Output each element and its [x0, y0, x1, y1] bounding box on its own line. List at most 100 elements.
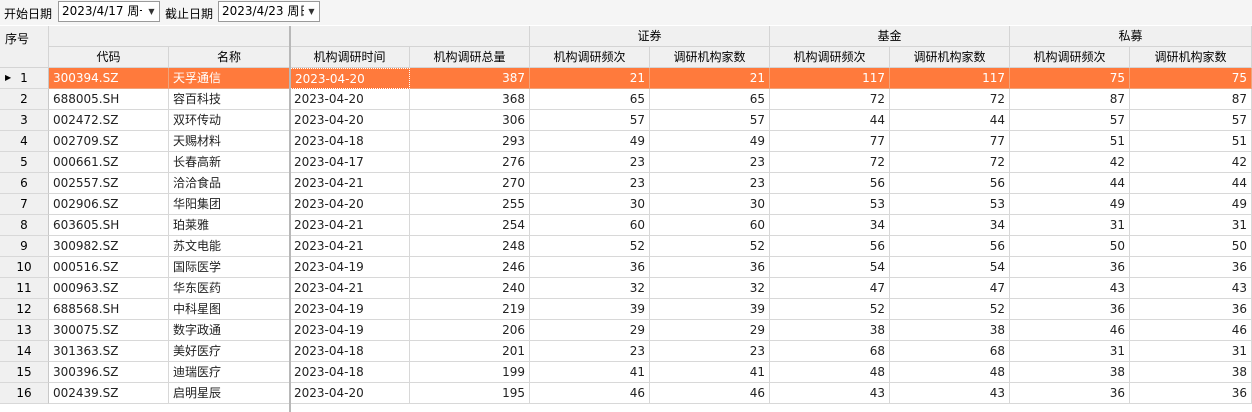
cell-securities-frequency[interactable]: 49: [530, 131, 650, 152]
table-row[interactable]: ▶ 1 300394.SZ 天孚通信 2023-04-20 387 21 21 117 117 75…: [0, 68, 1252, 89]
row-header[interactable]: 2: [0, 89, 49, 110]
row-header[interactable]: 12: [0, 299, 49, 320]
cell-research-total[interactable]: 293: [410, 131, 530, 152]
cell-fund-frequency[interactable]: 56: [770, 173, 890, 194]
cell-research-time[interactable]: 2023-04-21: [290, 236, 410, 257]
cell-private-institutions[interactable]: 31: [1130, 341, 1252, 362]
column-header-fund-frequency[interactable]: 机构调研频次: [770, 47, 890, 68]
cell-name[interactable]: 天孚通信: [169, 68, 290, 89]
cell-private-frequency[interactable]: 57: [1010, 110, 1130, 131]
cell-fund-institutions[interactable]: 48: [890, 362, 1010, 383]
cell-name[interactable]: 华阳集团: [169, 194, 290, 215]
cell-securities-institutions[interactable]: 41: [650, 362, 770, 383]
cell-private-institutions[interactable]: 44: [1130, 173, 1252, 194]
row-header[interactable]: 10: [0, 257, 49, 278]
cell-private-institutions[interactable]: 57: [1130, 110, 1252, 131]
cell-securities-institutions[interactable]: 29: [650, 320, 770, 341]
column-header-private-institutions[interactable]: 调研机构家数: [1130, 47, 1252, 68]
cell-code[interactable]: 300394.SZ: [49, 68, 169, 89]
row-header[interactable]: 6: [0, 173, 49, 194]
cell-research-time[interactable]: 2023-04-17: [290, 152, 410, 173]
cell-fund-institutions[interactable]: 56: [890, 173, 1010, 194]
column-header-securities-frequency[interactable]: 机构调研频次: [530, 47, 650, 68]
cell-private-institutions[interactable]: 46: [1130, 320, 1252, 341]
cell-fund-frequency[interactable]: 77: [770, 131, 890, 152]
row-header[interactable]: 13: [0, 320, 49, 341]
start-date-picker[interactable]: 2023/4/17 周一 ▼: [58, 1, 160, 22]
cell-research-time[interactable]: 2023-04-21: [290, 278, 410, 299]
cell-fund-institutions[interactable]: 54: [890, 257, 1010, 278]
column-header-name[interactable]: 名称: [169, 47, 290, 68]
cell-fund-frequency[interactable]: 68: [770, 341, 890, 362]
cell-fund-frequency[interactable]: 54: [770, 257, 890, 278]
cell-research-total[interactable]: 248: [410, 236, 530, 257]
cell-fund-frequency[interactable]: 43: [770, 383, 890, 404]
cell-fund-institutions[interactable]: 117: [890, 68, 1010, 89]
cell-securities-frequency[interactable]: 29: [530, 320, 650, 341]
cell-name[interactable]: 长春高新: [169, 152, 290, 173]
cell-private-frequency[interactable]: 42: [1010, 152, 1130, 173]
cell-code[interactable]: 300982.SZ: [49, 236, 169, 257]
cell-securities-frequency[interactable]: 65: [530, 89, 650, 110]
cell-fund-frequency[interactable]: 56: [770, 236, 890, 257]
cell-fund-frequency[interactable]: 53: [770, 194, 890, 215]
cell-name[interactable]: 苏文电能: [169, 236, 290, 257]
cell-name[interactable]: 华东医药: [169, 278, 290, 299]
cell-code[interactable]: 688568.SH: [49, 299, 169, 320]
cell-securities-institutions[interactable]: 21: [650, 68, 770, 89]
cell-name[interactable]: 容百科技: [169, 89, 290, 110]
cell-fund-frequency[interactable]: 38: [770, 320, 890, 341]
cell-private-frequency[interactable]: 75: [1010, 68, 1130, 89]
cell-securities-institutions[interactable]: 52: [650, 236, 770, 257]
cell-securities-frequency[interactable]: 23: [530, 152, 650, 173]
chevron-down-icon[interactable]: ▼: [144, 2, 159, 21]
cell-code[interactable]: 002557.SZ: [49, 173, 169, 194]
cell-fund-frequency[interactable]: 34: [770, 215, 890, 236]
cell-securities-institutions[interactable]: 60: [650, 215, 770, 236]
cell-fund-frequency[interactable]: 52: [770, 299, 890, 320]
cell-private-institutions[interactable]: 43: [1130, 278, 1252, 299]
table-row[interactable]: 10 000516.SZ 国际医学 2023-04-19 246 36 36 54 54 36 36: [0, 257, 1252, 278]
cell-research-total[interactable]: 270: [410, 173, 530, 194]
cell-fund-frequency[interactable]: 72: [770, 89, 890, 110]
row-header[interactable]: 3: [0, 110, 49, 131]
column-header-fund-institutions[interactable]: 调研机构家数: [890, 47, 1010, 68]
cell-code[interactable]: 000661.SZ: [49, 152, 169, 173]
cell-research-time[interactable]: 2023-04-19: [290, 257, 410, 278]
cell-fund-institutions[interactable]: 38: [890, 320, 1010, 341]
cell-private-institutions[interactable]: 38: [1130, 362, 1252, 383]
cell-private-institutions[interactable]: 87: [1130, 89, 1252, 110]
cell-private-frequency[interactable]: 31: [1010, 215, 1130, 236]
cell-securities-frequency[interactable]: 57: [530, 110, 650, 131]
cell-private-frequency[interactable]: 36: [1010, 257, 1130, 278]
cell-fund-institutions[interactable]: 44: [890, 110, 1010, 131]
cell-private-institutions[interactable]: 36: [1130, 257, 1252, 278]
cell-research-time[interactable]: 2023-04-18: [290, 131, 410, 152]
cell-securities-institutions[interactable]: 23: [650, 152, 770, 173]
column-header-research-total[interactable]: 机构调研总量: [410, 47, 530, 68]
cell-fund-institutions[interactable]: 77: [890, 131, 1010, 152]
cell-name[interactable]: 双环传动: [169, 110, 290, 131]
cell-fund-institutions[interactable]: 72: [890, 89, 1010, 110]
row-header[interactable]: 9: [0, 236, 49, 257]
cell-code[interactable]: 301363.SZ: [49, 341, 169, 362]
row-header[interactable]: ▶ 1: [0, 68, 49, 89]
cell-private-institutions[interactable]: 36: [1130, 383, 1252, 404]
cell-private-institutions[interactable]: 36: [1130, 299, 1252, 320]
cell-securities-institutions[interactable]: 23: [650, 341, 770, 362]
cell-fund-institutions[interactable]: 52: [890, 299, 1010, 320]
cell-securities-frequency[interactable]: 36: [530, 257, 650, 278]
table-row[interactable]: 15 300396.SZ 迪瑞医疗 2023-04-18 199 41 41 48 48 38 38: [0, 362, 1252, 383]
header-seq[interactable]: 序号: [0, 26, 49, 68]
cell-fund-institutions[interactable]: 68: [890, 341, 1010, 362]
cell-fund-institutions[interactable]: 53: [890, 194, 1010, 215]
cell-research-total[interactable]: 199: [410, 362, 530, 383]
cell-code[interactable]: 688005.SH: [49, 89, 169, 110]
table-row[interactable]: 3 002472.SZ 双环传动 2023-04-20 306 57 57 44 44 57 57: [0, 110, 1252, 131]
cell-fund-institutions[interactable]: 43: [890, 383, 1010, 404]
table-row[interactable]: 14 301363.SZ 美好医疗 2023-04-18 201 23 23 68 68 31 31: [0, 341, 1252, 362]
cell-code[interactable]: 002472.SZ: [49, 110, 169, 131]
cell-securities-frequency[interactable]: 39: [530, 299, 650, 320]
cell-research-total[interactable]: 246: [410, 257, 530, 278]
cell-securities-frequency[interactable]: 30: [530, 194, 650, 215]
